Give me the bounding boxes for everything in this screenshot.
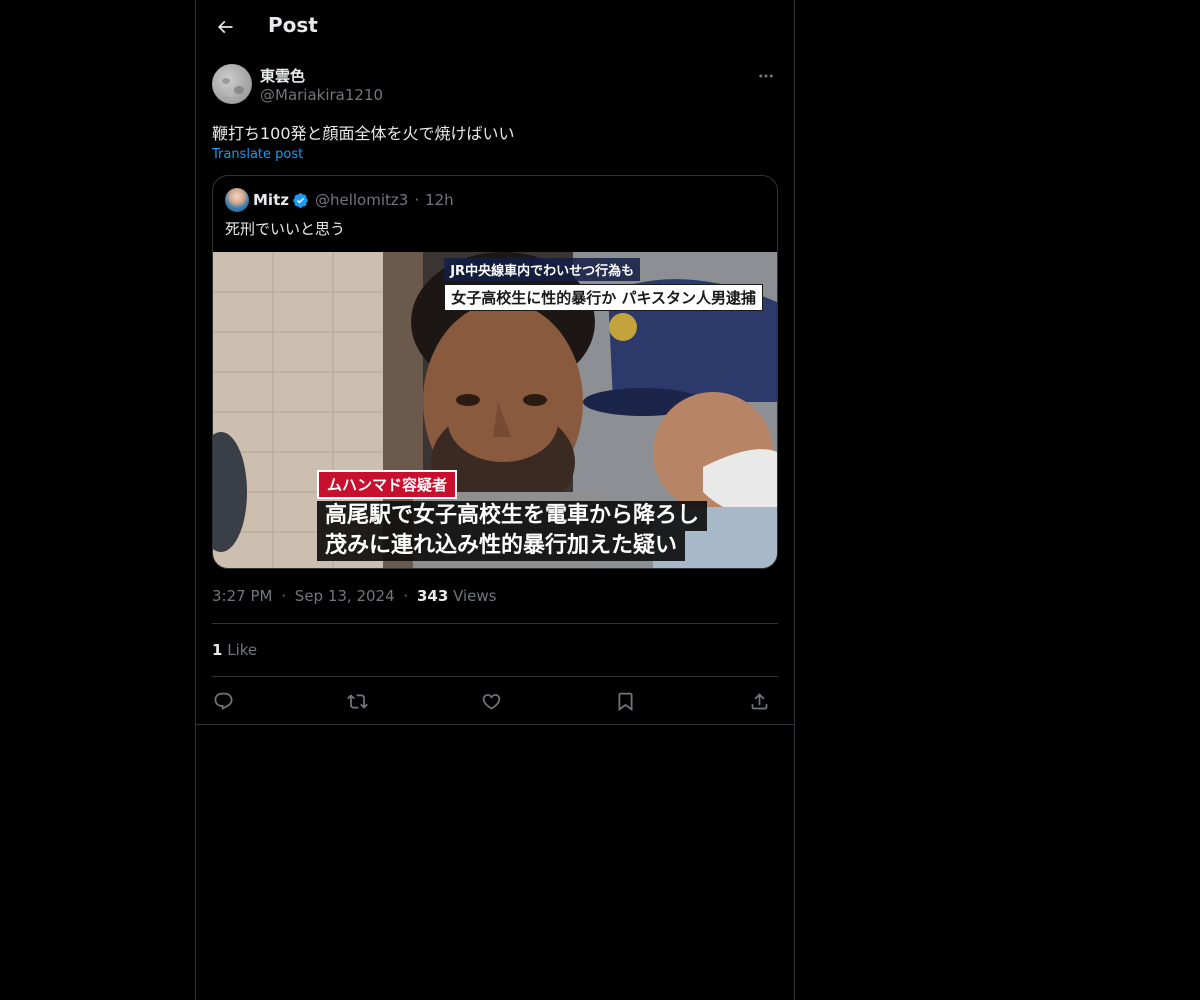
author-display-name[interactable]: 東雲色 xyxy=(260,65,305,86)
quoted-post-header: Mitz @hellomitz3 · 12h xyxy=(225,188,454,212)
more-options-button[interactable] xyxy=(754,64,778,88)
quoted-post-age: 12h xyxy=(425,191,454,209)
divider xyxy=(212,676,778,677)
divider xyxy=(212,623,778,624)
repost-button[interactable] xyxy=(342,686,372,716)
verified-badge-icon xyxy=(293,192,308,208)
caption-suspect-label: ムハンマド容疑者 xyxy=(317,470,458,499)
like-count: 1 xyxy=(212,641,223,659)
quoted-post-image[interactable]: JR中央線車内でわいせつ行為も 女子高校生に性的暴行か パキスタン人男逮捕 ムハ… xyxy=(213,252,777,568)
separator-dot: · xyxy=(403,587,409,605)
repost-icon xyxy=(346,693,368,709)
post-date[interactable]: Sep 13, 2024 xyxy=(295,587,395,605)
news-caption-bottom: ムハンマド容疑者 高尾駅で女子高校生を電車から降ろし 茂みに連れ込み性的暴行加え… xyxy=(317,470,708,561)
post-meta: 3:27 PM · Sep 13, 2024 · 343 Views xyxy=(212,587,497,605)
post-author-row: 東雲色 @Mariakira1210 xyxy=(212,64,778,108)
bookmark-button[interactable] xyxy=(610,686,640,716)
author-handle[interactable]: @Mariakira1210 xyxy=(260,86,383,104)
reply-icon xyxy=(214,692,232,710)
quoted-author-name: Mitz xyxy=(253,191,289,209)
quoted-author-handle: @hellomitz3 xyxy=(314,191,409,209)
caption-line1: 高尾駅で女子高校生を電車から降ろし xyxy=(317,501,708,531)
post-header: Post xyxy=(196,0,794,54)
bookmark-icon xyxy=(618,692,632,711)
reply-button[interactable] xyxy=(208,686,238,716)
page-title: Post xyxy=(268,13,318,37)
share-icon xyxy=(751,692,767,709)
like-button[interactable] xyxy=(476,686,506,716)
views-label: Views xyxy=(453,587,497,605)
more-horizontal-icon xyxy=(759,74,773,78)
separator-dot: · xyxy=(414,191,420,209)
views-count: 343 xyxy=(416,587,449,605)
like-label: Like xyxy=(227,641,258,659)
post-time[interactable]: 3:27 PM xyxy=(212,587,272,605)
caption-top-line1: JR中央線車内でわいせつ行為も xyxy=(444,258,641,281)
caption-top-line2: 女子高校生に性的暴行か パキスタン人男逮捕 xyxy=(444,284,763,311)
divider xyxy=(196,724,794,725)
quoted-post-text: 死刑でいいと思う xyxy=(225,220,346,238)
post-text: 鞭打ち100発と顔面全体を火で焼けばいい xyxy=(212,124,515,143)
primary-column: Post 東雲色 @Mariakira1210 鞭打ち100発と顔面全体を火で焼… xyxy=(195,0,795,1000)
quoted-avatar xyxy=(225,188,249,212)
likes-summary[interactable]: 1 Like xyxy=(212,641,257,659)
separator-dot: · xyxy=(281,587,287,605)
heart-icon xyxy=(482,693,500,710)
back-button[interactable] xyxy=(208,10,242,44)
share-button[interactable] xyxy=(744,686,774,716)
quoted-post-card[interactable]: Mitz @hellomitz3 · 12h 死刑でいいと思う JR中央線車内で… xyxy=(212,175,778,569)
caption-line2: 茂みに連れ込み性的暴行加えた疑い xyxy=(317,531,686,561)
arrow-left-icon xyxy=(217,20,233,34)
news-caption-top: JR中央線車内でわいせつ行為も 女子高校生に性的暴行か パキスタン人男逮捕 xyxy=(444,258,763,311)
action-bar xyxy=(212,686,778,716)
translate-post-link[interactable]: Translate post xyxy=(212,147,303,162)
avatar[interactable] xyxy=(212,64,252,104)
